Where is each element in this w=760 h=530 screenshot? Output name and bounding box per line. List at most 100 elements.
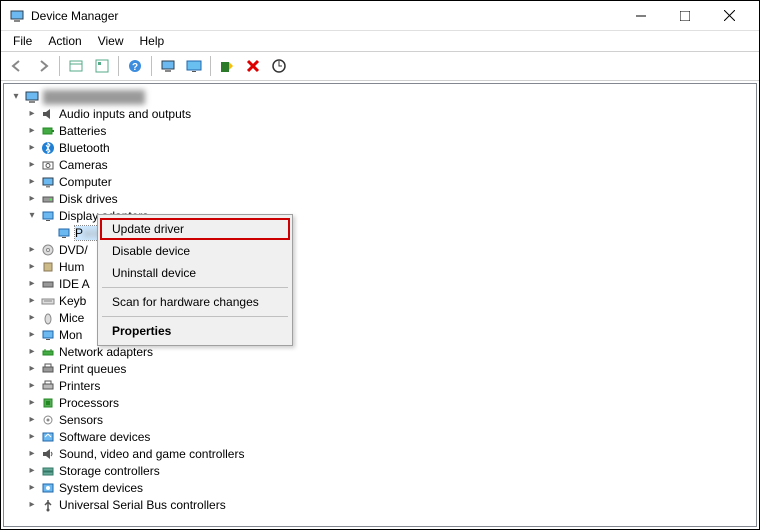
menu-action[interactable]: Action [40, 32, 89, 50]
context-separator [102, 287, 288, 288]
context-update-driver[interactable]: Update driver [100, 218, 290, 240]
chevron-right-icon[interactable]: ▸ [24, 140, 40, 156]
menu-help[interactable]: Help [132, 32, 173, 50]
chevron-right-icon[interactable]: ▸ [24, 412, 40, 428]
tree-category-print-queues[interactable]: ▸ Print queues [8, 360, 752, 377]
chevron-right-icon[interactable]: ▸ [24, 123, 40, 139]
chevron-right-icon[interactable]: ▸ [24, 361, 40, 377]
expand-icon[interactable]: ▾ [8, 89, 24, 105]
back-button[interactable] [5, 54, 29, 78]
tree-category-disk-drives[interactable]: ▸ Disk drives [8, 190, 752, 207]
forward-button[interactable] [31, 54, 55, 78]
context-properties[interactable]: Properties [100, 320, 290, 342]
chevron-right-icon[interactable]: ▸ [24, 497, 40, 513]
sensor-icon [40, 412, 56, 428]
printqueue-icon [40, 361, 56, 377]
chevron-right-icon[interactable]: ▸ [24, 480, 40, 496]
monitor-tool-button[interactable] [182, 54, 206, 78]
chevron-right-icon[interactable]: ▸ [24, 446, 40, 462]
chevron-right-icon[interactable]: ▸ [24, 242, 40, 258]
chevron-right-icon[interactable]: ▸ [24, 191, 40, 207]
maximize-button[interactable] [663, 1, 707, 31]
computer-icon [40, 174, 56, 190]
chevron-right-icon[interactable]: ▸ [24, 378, 40, 394]
tree-category-system-devices[interactable]: ▸ System devices [8, 479, 752, 496]
menu-file[interactable]: File [5, 32, 40, 50]
app-icon [9, 8, 25, 24]
root-label: ████████████ [43, 90, 145, 104]
tree-category-batteries[interactable]: ▸ Batteries [8, 122, 752, 139]
system-icon [40, 480, 56, 496]
toolbar-separator [151, 56, 152, 76]
toolbar-separator [59, 56, 60, 76]
tree-category-storage-controllers[interactable]: ▸ Storage controllers [8, 462, 752, 479]
context-uninstall-device[interactable]: Uninstall device [100, 262, 290, 284]
tree-category-audio[interactable]: ▸ Audio inputs and outputs [8, 105, 752, 122]
ide-icon [40, 276, 56, 292]
tree-category-sound-controllers[interactable]: ▸ Sound, video and game controllers [8, 445, 752, 462]
chevron-right-icon[interactable]: ▸ [24, 429, 40, 445]
keyboard-icon [40, 293, 56, 309]
context-menu: Update driver Disable device Uninstall d… [97, 214, 293, 346]
toolbar-separator [118, 56, 119, 76]
chevron-right-icon[interactable]: ▸ [24, 174, 40, 190]
software-icon [40, 429, 56, 445]
audio-icon [40, 106, 56, 122]
device-tree-panel[interactable]: ▾ ████████████ ▸ Audio inputs and output… [3, 83, 757, 527]
minimize-button[interactable] [619, 1, 663, 31]
toolbar-separator [210, 56, 211, 76]
tree-category-printers[interactable]: ▸ Printers [8, 377, 752, 394]
svg-text:?: ? [132, 62, 138, 73]
display-icon [40, 208, 56, 224]
menu-view[interactable]: View [90, 32, 132, 50]
computer-icon [24, 89, 40, 105]
disable-tool-button[interactable] [241, 54, 265, 78]
mouse-icon [40, 310, 56, 326]
network-icon [40, 344, 56, 360]
tree-root[interactable]: ▾ ████████████ [8, 88, 752, 105]
tree-category-software-devices[interactable]: ▸ Software devices [8, 428, 752, 445]
battery-icon [40, 123, 56, 139]
window-title: Device Manager [31, 9, 619, 23]
chevron-right-icon[interactable]: ▸ [24, 327, 40, 343]
close-button[interactable] [707, 1, 751, 31]
printer-icon [40, 378, 56, 394]
chevron-right-icon[interactable]: ▸ [24, 310, 40, 326]
tree-category-bluetooth[interactable]: ▸ Bluetooth [8, 139, 752, 156]
display-icon [56, 225, 72, 241]
help-button[interactable]: ? [123, 54, 147, 78]
scan-hardware-button[interactable] [267, 54, 291, 78]
hid-icon [40, 259, 56, 275]
camera-icon [40, 157, 56, 173]
chevron-right-icon[interactable]: ▸ [24, 463, 40, 479]
tree-category-cameras[interactable]: ▸ Cameras [8, 156, 752, 173]
context-disable-device[interactable]: Disable device [100, 240, 290, 262]
chevron-right-icon[interactable]: ▸ [24, 293, 40, 309]
update-driver-tool-button[interactable] [215, 54, 239, 78]
computer-tool-button[interactable] [156, 54, 180, 78]
chevron-right-icon[interactable]: ▸ [24, 344, 40, 360]
usb-icon [40, 497, 56, 513]
disk-icon [40, 191, 56, 207]
context-scan-hardware[interactable]: Scan for hardware changes [100, 291, 290, 313]
cpu-icon [40, 395, 56, 411]
tree-category-computer[interactable]: ▸ Computer [8, 173, 752, 190]
context-separator [102, 316, 288, 317]
dvd-icon [40, 242, 56, 258]
properties-button[interactable] [90, 54, 114, 78]
chevron-right-icon[interactable]: ▸ [24, 106, 40, 122]
chevron-down-icon[interactable]: ▾ [24, 208, 40, 224]
chevron-right-icon[interactable]: ▸ [24, 157, 40, 173]
chevron-right-icon[interactable]: ▸ [24, 395, 40, 411]
chevron-right-icon[interactable]: ▸ [24, 276, 40, 292]
show-hidden-button[interactable] [64, 54, 88, 78]
menubar: File Action View Help [1, 31, 759, 51]
tree-category-usb[interactable]: ▸ Universal Serial Bus controllers [8, 496, 752, 513]
toolbar: ? [1, 51, 759, 81]
tree-category-processors[interactable]: ▸ Processors [8, 394, 752, 411]
chevron-right-icon[interactable]: ▸ [24, 259, 40, 275]
titlebar: Device Manager [1, 1, 759, 31]
tree-category-sensors[interactable]: ▸ Sensors [8, 411, 752, 428]
storage-icon [40, 463, 56, 479]
bluetooth-icon [40, 140, 56, 156]
